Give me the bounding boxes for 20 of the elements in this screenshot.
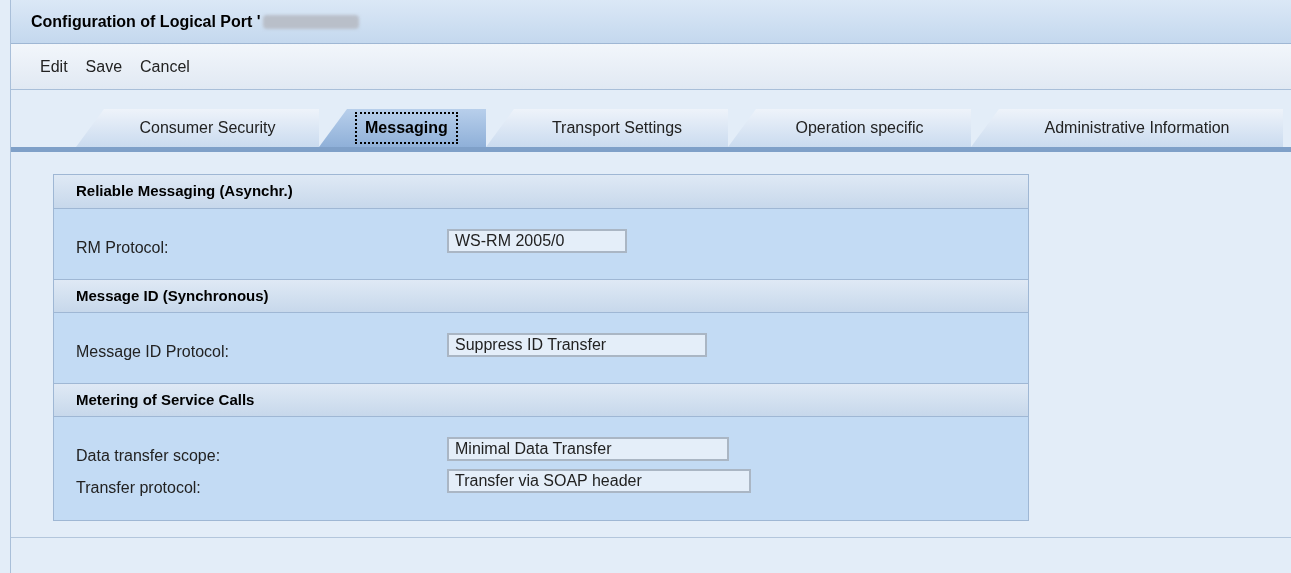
toolbar-button[interactable]: Cancel xyxy=(140,54,190,79)
section-title: Message ID (Synchronous) xyxy=(76,285,269,306)
field-label: Transfer protocol: xyxy=(76,478,202,498)
field-label: Data transfer scope: xyxy=(76,446,222,466)
tab[interactable]: Consumer Security xyxy=(76,109,319,147)
toolbar-button[interactable]: Save xyxy=(85,54,123,79)
input-field[interactable]: Minimal Data Transfer xyxy=(447,437,729,461)
tab[interactable]: Messaging xyxy=(319,109,486,147)
section-title: Reliable Messaging (Asynchr.) xyxy=(76,181,293,202)
tab[interactable]: Administrative Information xyxy=(971,109,1283,147)
input-field[interactable]: WS-RM 2005/0 xyxy=(447,229,627,253)
tab[interactable]: Operation specific xyxy=(728,109,971,147)
input-field[interactable]: Transfer via SOAP header xyxy=(447,469,751,493)
section-title: Metering of Service Calls xyxy=(76,389,255,410)
field-label: RM Protocol: xyxy=(76,238,170,258)
input-field[interactable]: Suppress ID Transfer xyxy=(447,333,707,357)
toolbar-button[interactable]: Edit xyxy=(40,54,68,79)
tab[interactable]: Transport Settings xyxy=(486,109,728,147)
field-label: Message ID Protocol: xyxy=(76,342,230,362)
window-title: Configuration of Logical Port ' xyxy=(31,11,261,32)
